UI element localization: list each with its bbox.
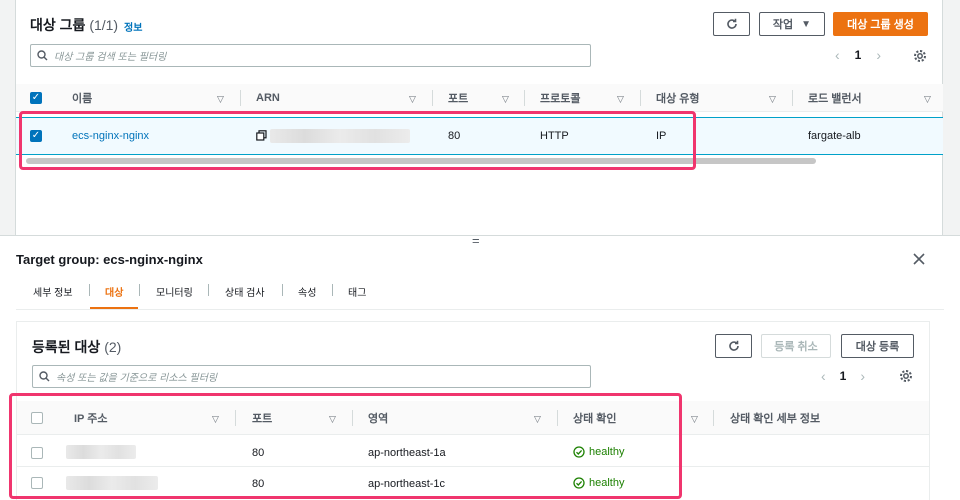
tab-monitoring[interactable]: 모니터링 — [156, 284, 193, 299]
chevron-right-icon[interactable]: › — [876, 47, 881, 63]
sort-icon[interactable]: ▽ — [409, 94, 416, 105]
actions-label: 작업 — [772, 19, 794, 31]
chevron-left-icon[interactable]: ‹ — [835, 47, 840, 63]
tab-separator — [332, 284, 333, 296]
column-name[interactable]: 이름 — [72, 84, 92, 112]
chevron-left-icon[interactable]: ‹ — [821, 368, 826, 384]
tab-health-checks[interactable]: 상태 검사 — [225, 284, 265, 299]
close-icon[interactable] — [913, 253, 925, 265]
target-groups-heading: 대상 그룹 (1/1) — [30, 15, 118, 35]
column-port[interactable]: 포트 — [448, 84, 468, 112]
tab-separator — [208, 284, 209, 296]
registered-targets-title: 등록된 대상 — [32, 339, 101, 355]
refresh-icon — [726, 18, 737, 29]
targets-pagination: ‹ 1 › — [821, 368, 865, 384]
column-target-type[interactable]: 대상 유형 — [656, 84, 700, 112]
register-targets-button[interactable]: 대상 등록 — [841, 334, 914, 358]
tab-targets[interactable]: 대상 — [105, 284, 123, 299]
targets-search-input[interactable]: 속성 또는 값을 기준으로 리소스 필터링 — [32, 365, 591, 388]
sort-icon[interactable]: ▽ — [502, 94, 509, 105]
resize-handle-icon[interactable]: = — [472, 233, 480, 248]
target-groups-count: (1/1) — [89, 17, 119, 33]
top-pagination: ‹ 1 › — [835, 47, 881, 63]
search-icon — [39, 371, 50, 382]
tab-separator — [89, 284, 90, 296]
tab-separator — [139, 284, 140, 296]
settings-gear-icon[interactable] — [899, 369, 913, 383]
deregister-button[interactable]: 등록 취소 — [761, 334, 831, 358]
sort-icon[interactable]: ▽ — [617, 94, 624, 105]
column-divider — [792, 90, 793, 106]
sort-icon[interactable]: ▽ — [769, 94, 776, 105]
page-number[interactable]: 1 — [855, 48, 862, 62]
column-divider — [640, 90, 641, 106]
search-icon — [37, 50, 48, 61]
column-arn[interactable]: ARN — [256, 84, 280, 112]
create-target-group-button[interactable]: 대상 그룹 생성 — [833, 12, 928, 36]
row-load-balancer: fargate-alb — [808, 130, 861, 142]
column-divider — [432, 90, 433, 106]
settings-gear-icon[interactable] — [913, 49, 927, 63]
column-divider — [524, 90, 525, 106]
target-groups-table-header — [16, 84, 943, 112]
target-groups-title: 대상 그룹 — [30, 17, 86, 33]
column-protocol[interactable]: 프로토콜 — [540, 84, 580, 112]
tab-details[interactable]: 세부 정보 — [33, 284, 73, 299]
detail-title: Target group: ecs-nginx-nginx — [16, 252, 203, 267]
refresh-icon — [728, 340, 739, 351]
column-load-balancer[interactable]: 로드 밸런서 — [808, 84, 862, 112]
registered-targets-count: (2) — [104, 339, 122, 355]
target-group-search-input[interactable]: 대상 그룹 검색 또는 필터링 — [30, 44, 591, 67]
refresh-button[interactable] — [713, 12, 750, 36]
sort-icon[interactable]: ▽ — [924, 94, 931, 105]
tab-separator — [282, 284, 283, 296]
search-placeholder: 속성 또는 값을 기준으로 리소스 필터링 — [56, 373, 218, 384]
chevron-right-icon[interactable]: › — [860, 368, 865, 384]
tab-tags[interactable]: 태그 — [348, 284, 366, 299]
select-all-checkbox[interactable]: ✓ — [30, 92, 42, 104]
actions-dropdown-button[interactable]: 작업 ▼ — [759, 12, 825, 36]
caret-down-icon: ▼ — [801, 18, 812, 30]
page-number[interactable]: 1 — [840, 369, 847, 383]
tabs-underline — [16, 309, 944, 310]
search-placeholder: 대상 그룹 검색 또는 필터링 — [54, 52, 167, 63]
column-health-status-details[interactable]: 상태 확인 세부 정보 — [730, 401, 820, 435]
split-divider — [0, 235, 960, 236]
column-divider — [713, 410, 714, 426]
info-link[interactable]: 정보 — [124, 19, 142, 34]
sort-icon[interactable]: ▽ — [691, 414, 698, 425]
highlight-box-target-group-row — [19, 111, 696, 170]
sort-icon[interactable]: ▽ — [217, 94, 224, 105]
registered-targets-heading: 등록된 대상 (2) — [32, 337, 121, 357]
targets-refresh-button[interactable] — [715, 334, 752, 358]
column-divider — [240, 90, 241, 106]
highlight-box-registered-targets — [9, 393, 682, 499]
tab-attributes[interactable]: 속성 — [298, 284, 316, 299]
